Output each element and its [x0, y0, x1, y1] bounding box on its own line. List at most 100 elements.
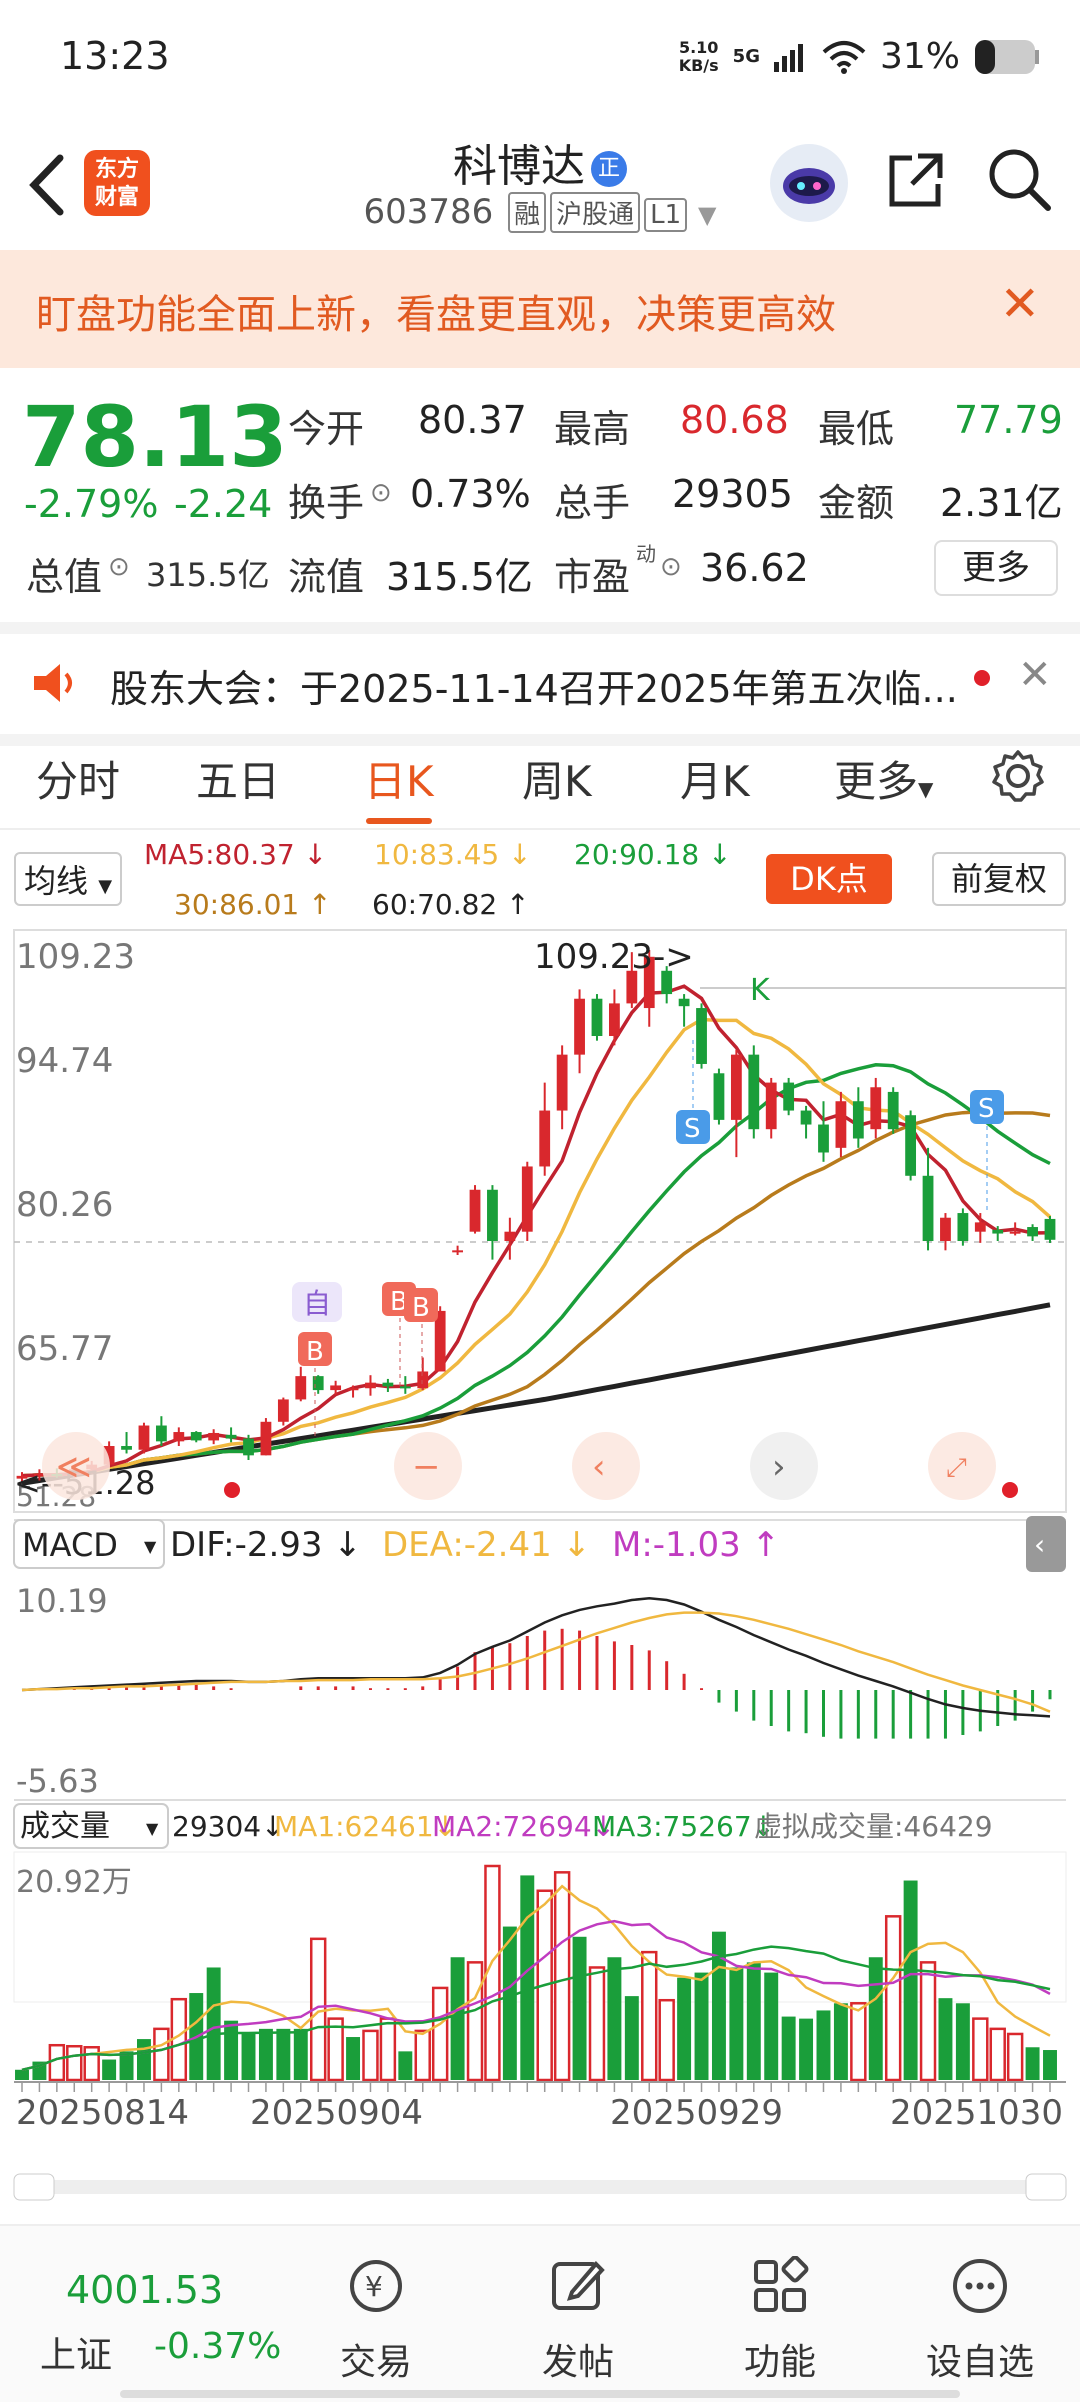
- volume-bar: [781, 2016, 796, 2080]
- tag-margin: 融: [508, 192, 547, 233]
- adjust-button[interactable]: 前复权: [932, 852, 1066, 906]
- marker-sell-1: S: [684, 1114, 701, 1144]
- macd-y-bottom: -5.63: [16, 1762, 99, 1800]
- nav-functions[interactable]: 功能: [710, 2255, 850, 2385]
- status-time: 13:23: [60, 34, 170, 78]
- open-value: 80.37: [418, 398, 527, 442]
- close-icon[interactable]: ✕: [1018, 652, 1052, 698]
- y-label-2: 94.74: [16, 1041, 113, 1081]
- marker-sell-2: S: [978, 1094, 995, 1124]
- volume-ma1: MA1:62461↓: [274, 1810, 457, 1843]
- nav-trade[interactable]: ¥ 交易: [306, 2256, 446, 2385]
- indicator-select-label: 均线: [24, 862, 89, 900]
- chart-scrollbar[interactable]: [14, 2180, 1066, 2194]
- tab-weekly-k[interactable]: 周K: [522, 748, 592, 809]
- notice-text: 股东大会：于2025-11-14召开2025年第五次临...: [110, 667, 958, 711]
- scroll-handle-left[interactable]: [13, 2173, 55, 2201]
- svg-text:‹: ‹: [592, 1447, 606, 1487]
- nav-functions-label: 功能: [743, 2342, 816, 2383]
- net-speed: 5.10 KB/s: [678, 37, 719, 75]
- volume-select-label: 成交量: [20, 1809, 110, 1844]
- volume-bar: [379, 2017, 397, 2082]
- more-dots-icon: [953, 2259, 1007, 2313]
- volume-bar: [764, 1972, 779, 2080]
- volume-bar: [641, 1950, 658, 2082]
- index-name[interactable]: 上证: [40, 2326, 112, 2378]
- volume-bar: [850, 2002, 867, 2082]
- volume-ma3: MA3:75267↓: [592, 1810, 775, 1843]
- chart-nav-buttons[interactable]: ≪ − ‹ › ⤢: [42, 1432, 996, 1500]
- more-button[interactable]: 更多: [934, 540, 1058, 596]
- volume-bar: [15, 2069, 29, 2080]
- marker-k: K: [750, 973, 771, 1008]
- nav-trade-label: 交易: [339, 2342, 412, 2383]
- settings-gear-icon[interactable]: [990, 748, 1046, 804]
- stock-chart[interactable]: 109.23 94.74 80.26 65.77 51.28 109.23-> …: [0, 920, 1080, 2220]
- info-icon[interactable]: ⊙: [660, 552, 682, 582]
- kline-frame: [13, 929, 1067, 1513]
- ma10-line: [21, 1017, 1052, 1478]
- x-date-2: 20250904: [250, 2093, 423, 2133]
- prev-button[interactable]: [572, 1432, 640, 1500]
- share-icon[interactable]: [884, 148, 948, 212]
- volume-bar: [989, 2027, 1006, 2082]
- index-value[interactable]: 4001.53: [66, 2268, 223, 2312]
- collapse-tab[interactable]: [1026, 1516, 1066, 1572]
- macd-dea: DEA:-2.41 ↓: [382, 1525, 591, 1565]
- volume-bar: [346, 2037, 361, 2080]
- info-icon[interactable]: ⊙: [370, 478, 392, 508]
- close-icon[interactable]: ✕: [1000, 276, 1040, 332]
- ai-assistant-icon[interactable]: [770, 144, 848, 222]
- marker-buy-3: B: [412, 1293, 430, 1323]
- candle-body: [155, 1425, 167, 1442]
- dropdown-caret-icon: ▼: [98, 876, 113, 897]
- volume-label: 总手: [554, 481, 631, 525]
- tab-daily-k[interactable]: 日K: [364, 748, 434, 809]
- tab-five-day[interactable]: 五日: [196, 748, 280, 809]
- candle-body: [870, 1087, 882, 1130]
- volume-bar: [293, 2028, 308, 2080]
- volume-bar: [868, 1957, 883, 2080]
- y-label-4: 65.77: [16, 1329, 113, 1369]
- volume-bar: [572, 1936, 587, 2080]
- tab-intraday[interactable]: 分时: [36, 748, 120, 809]
- search-icon[interactable]: [986, 146, 1052, 212]
- event-dot: [1002, 1482, 1018, 1498]
- stock-code: 603786: [363, 192, 494, 232]
- nav-post-label: 发帖: [541, 2342, 614, 2383]
- info-icon[interactable]: ⊙: [108, 552, 130, 582]
- volume-bar: [624, 1996, 639, 2080]
- candle-body: [225, 1434, 237, 1439]
- tab-monthly-k[interactable]: 月K: [680, 748, 750, 809]
- ma30-value: 30:86.01 ↑: [174, 888, 332, 921]
- low-value: 77.79: [954, 398, 1063, 442]
- float-label: 流值: [288, 555, 365, 599]
- volume-bar: [884, 1915, 902, 2082]
- macd-select-label: MACD: [22, 1526, 118, 1564]
- nav-post[interactable]: 发帖: [508, 2256, 648, 2385]
- candle-body: [312, 1376, 324, 1391]
- indicator-select[interactable]: 均线 ▼: [14, 852, 123, 906]
- home-indicator: [120, 2390, 960, 2398]
- tab-more[interactable]: 更多▼: [834, 748, 933, 809]
- volume-bar: [224, 2020, 239, 2080]
- candle-body: [469, 1189, 481, 1232]
- virtual-volume: 虚拟成交量:46429: [754, 1810, 993, 1843]
- candle-body: [887, 1091, 899, 1130]
- candle-body: [765, 1082, 777, 1130]
- candle-body: [783, 1082, 795, 1111]
- notice-bar[interactable]: 股东大会：于2025-11-14召开2025年第五次临... ✕: [0, 622, 1080, 746]
- tab-more-label: 更多: [834, 757, 919, 806]
- volume-bar: [955, 2003, 970, 2080]
- volume-bar: [588, 1966, 606, 2082]
- nav-add-watchlist[interactable]: 设自选: [910, 2256, 1050, 2385]
- promo-banner[interactable]: 盯盘功能全面上新，看盘更直观，决策更高效 ✕: [0, 250, 1080, 368]
- candle-body: [539, 1110, 551, 1167]
- candle-body: [330, 1385, 342, 1391]
- signal-icon: [773, 43, 803, 72]
- open-label: 今开: [288, 407, 365, 451]
- dk-point-button[interactable]: DK点: [766, 854, 892, 904]
- macd-dif: DIF:-2.93 ↓: [170, 1525, 362, 1565]
- scroll-handle-right[interactable]: [1025, 2173, 1067, 2201]
- index-change[interactable]: -0.37%: [154, 2326, 281, 2367]
